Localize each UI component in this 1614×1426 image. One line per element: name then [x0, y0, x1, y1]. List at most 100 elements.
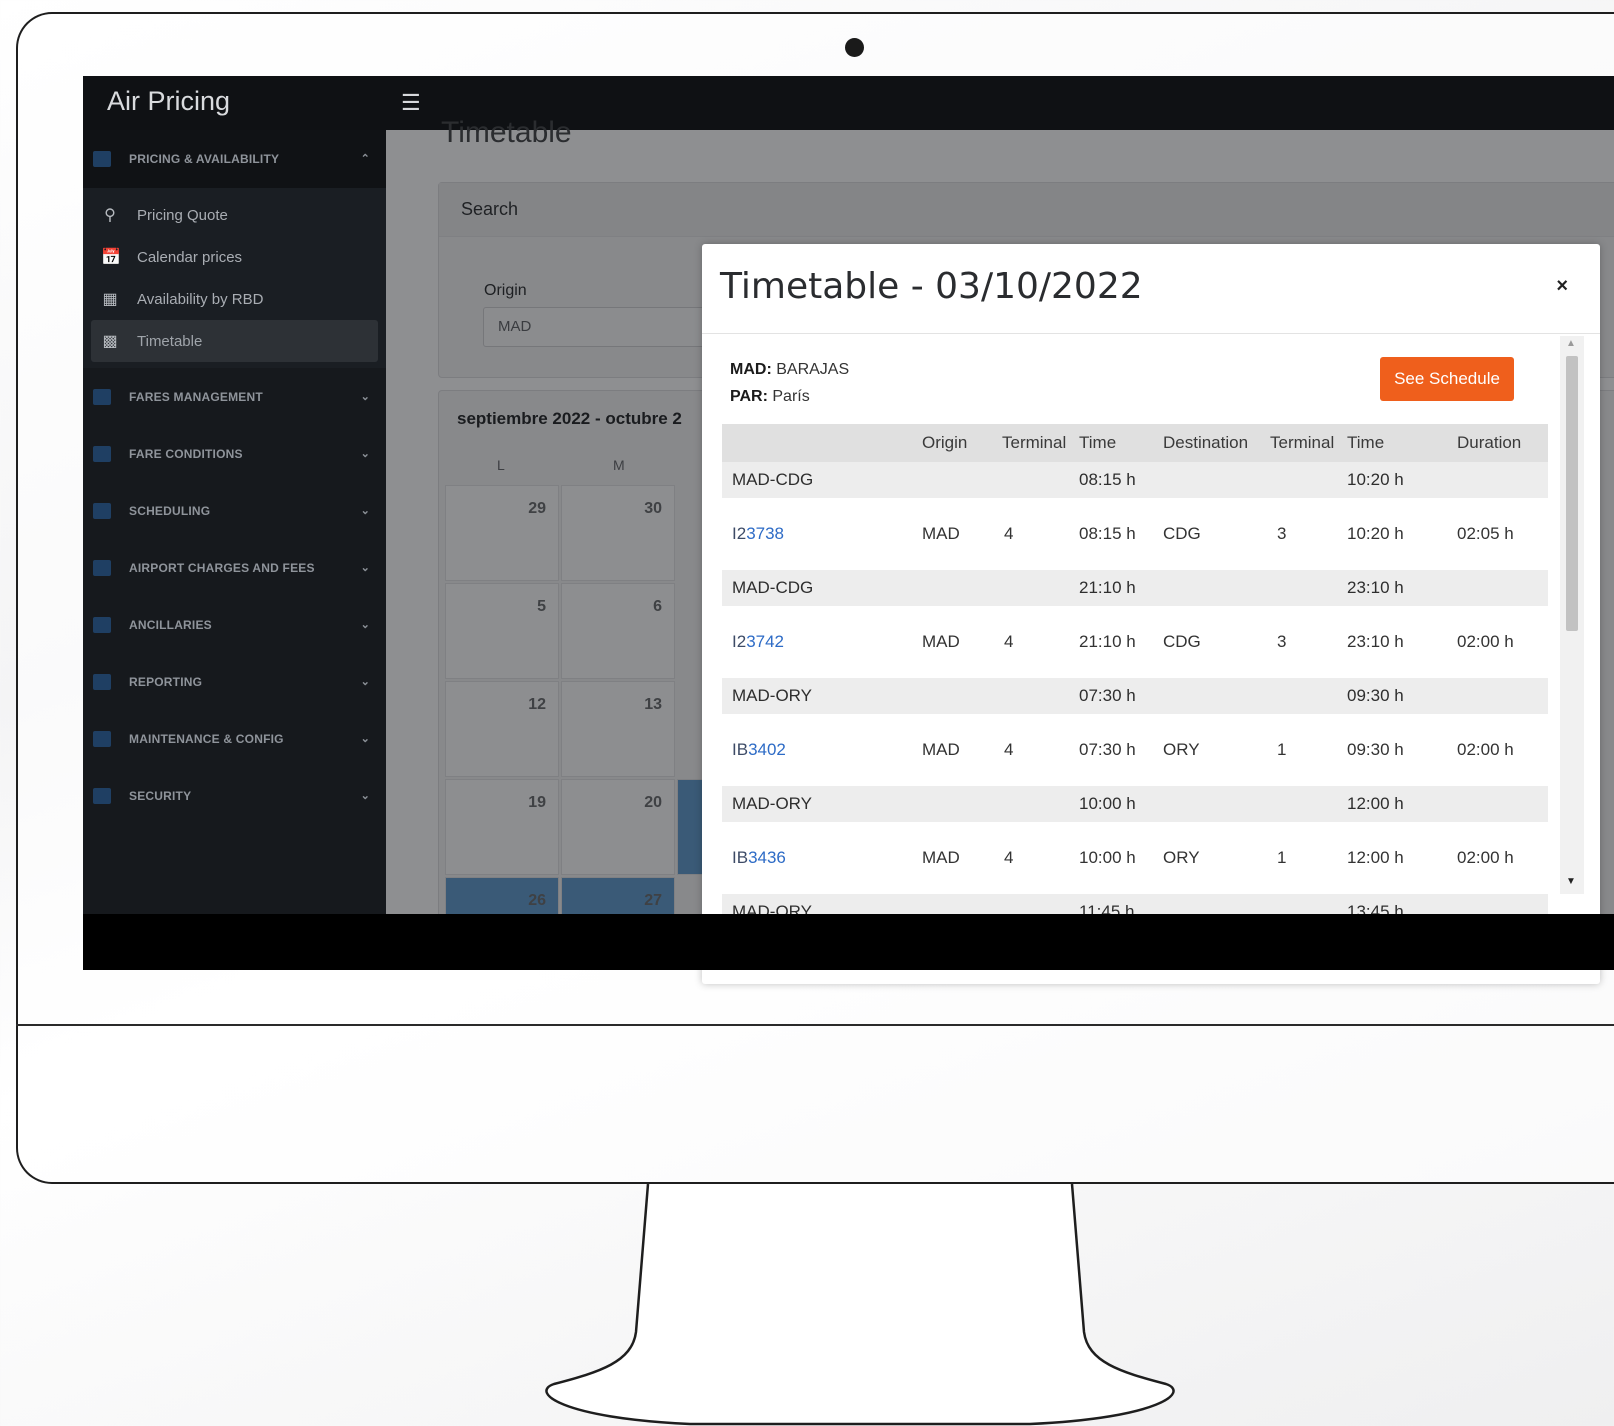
column-header: Time	[1347, 433, 1385, 452]
calendar-day[interactable]: 6	[561, 583, 675, 679]
destination-airport: PAR: París	[730, 388, 810, 405]
sidebar-section-label: SCHEDULING	[129, 503, 211, 518]
chevron-down-icon: ⌄	[360, 619, 370, 631]
chevron-up-icon: ⌃	[360, 153, 370, 165]
airport-info: MAD: BARAJAS PAR: París	[730, 356, 849, 410]
hamburger-icon[interactable]: ☰	[401, 90, 421, 116]
origin-input[interactable]: MAD	[483, 307, 713, 347]
sidebar-section-label: REPORTING	[129, 674, 203, 689]
lock-icon	[93, 787, 111, 804]
sidebar-section-security[interactable]: SECURITY ⌄	[83, 767, 386, 824]
route-group-row: MAD-ORY 10:00 h 12:00 h	[722, 786, 1548, 822]
sidebar-item-label: Pricing Quote	[137, 206, 228, 224]
route-group-row: MAD-CDG 08:15 h 10:20 h	[722, 462, 1548, 498]
schedule-icon	[93, 502, 111, 519]
search-card-header[interactable]: Search	[439, 183, 1614, 237]
column-header: Time	[1079, 433, 1117, 452]
column-header: Duration	[1457, 433, 1522, 452]
document-icon	[93, 559, 111, 576]
flight-link[interactable]: I23742	[732, 632, 784, 652]
calendar-day[interactable]: 19	[445, 779, 559, 875]
table-row: IB3402 MAD 4 07:30 h ORY 1 09:30 h 02:00…	[732, 740, 1514, 760]
sidebar-section-maintenance[interactable]: MAINTENANCE & CONFIG ⌄	[83, 710, 386, 767]
table-icon: ▩	[102, 333, 118, 350]
column-header: Terminal	[1270, 433, 1335, 452]
flight-link[interactable]: I23738	[732, 524, 784, 544]
sidebar-section-label: MAINTENANCE & CONFIG	[129, 731, 284, 746]
sidebar-section-airport-charges[interactable]: AIRPORT CHARGES AND FEES ⌄	[83, 539, 386, 596]
sidebar-item-calendar-prices[interactable]: 📅 Calendar prices	[91, 236, 378, 278]
search-icon: ⚲	[104, 207, 116, 224]
sidebar-section-fare-conditions[interactable]: FARE CONDITIONS ⌄	[83, 425, 386, 482]
origin-label: Origin	[484, 282, 527, 299]
sidebar-item-label: Calendar prices	[137, 248, 243, 266]
fares-icon	[93, 388, 111, 405]
sidebar-section-label: PRICING & AVAILABILITY	[129, 152, 280, 166]
calendar-title: septiembre 2022 - octubre 2	[457, 409, 682, 428]
chevron-down-icon: ⌄	[360, 391, 370, 403]
calendar-day[interactable]: 12	[445, 681, 559, 777]
sidebar-section-label: FARES MANAGEMENT	[129, 389, 263, 404]
see-schedule-button[interactable]: See Schedule	[1380, 357, 1514, 401]
sidebar-section-label: SECURITY	[129, 788, 192, 803]
pricing-icon	[93, 151, 111, 167]
screen-bezel-bottom	[83, 914, 1614, 970]
modal-scrollbar[interactable]: ▲ ▼	[1560, 336, 1584, 894]
modal-title: Timetable - 03/10/2022	[720, 266, 1143, 307]
sidebar-section-fares-management[interactable]: FARES MANAGEMENT ⌄	[83, 368, 386, 425]
table-row: I23742 MAD 4 21:10 h CDG 3 23:10 h 02:00…	[732, 632, 1514, 652]
sidebar-section-label: ANCILLARIES	[129, 617, 212, 632]
sidebar-item-label: Timetable	[137, 332, 203, 350]
webcam	[845, 38, 864, 57]
weekday-label: M	[613, 457, 625, 473]
timetable-modal: Timetable - 03/10/2022 × MAD: BARAJAS PA…	[702, 244, 1600, 984]
table-header: Origin Terminal Time Destination Termina…	[722, 424, 1548, 462]
conditions-icon	[93, 445, 111, 462]
route-group-row: MAD-CDG 21:10 h 23:10 h	[722, 570, 1548, 606]
column-header: Destination	[1163, 433, 1249, 452]
chevron-down-icon: ⌄	[360, 790, 370, 802]
sidebar-section-scheduling[interactable]: SCHEDULING ⌄	[83, 482, 386, 539]
chevron-down-icon: ⌄	[360, 733, 370, 745]
sidebar-item-timetable[interactable]: ▩ Timetable	[91, 320, 378, 362]
table-row: I23738 MAD 4 08:15 h CDG 3 10:20 h 02:05…	[732, 524, 1514, 544]
sidebar-section-reporting[interactable]: REPORTING ⌄	[83, 653, 386, 710]
origin-airport: MAD: BARAJAS	[730, 361, 850, 378]
sidebar-item-pricing-quote[interactable]: ⚲ Pricing Quote	[91, 194, 378, 236]
calendar-day[interactable]: 20	[561, 779, 675, 875]
scroll-down-icon[interactable]: ▼	[1566, 876, 1576, 887]
top-navbar: Air Pricing ☰	[83, 76, 1614, 130]
sidebar-section-label: FARE CONDITIONS	[129, 446, 243, 461]
sidebar-item-label: Availability by RBD	[137, 290, 264, 308]
calendar-day[interactable]: 13	[561, 681, 675, 777]
table-row: IB3436 MAD 4 10:00 h ORY 1 12:00 h 02:00…	[732, 848, 1514, 868]
weekday-label: L	[497, 457, 505, 473]
grid-icon: ▦	[102, 291, 118, 308]
chevron-down-icon: ⌄	[360, 505, 370, 517]
calendar-icon: 📅	[101, 249, 121, 266]
calendar-day[interactable]: 29	[445, 485, 559, 581]
sidebar-section-pricing[interactable]: PRICING & AVAILABILITY ⌃	[83, 130, 386, 188]
modal-header: Timetable - 03/10/2022 ×	[702, 244, 1600, 334]
config-icon	[93, 730, 111, 747]
app-brand[interactable]: Air Pricing	[107, 86, 230, 117]
page-title: Timetable	[441, 116, 572, 149]
sidebar-section-ancillaries[interactable]: ANCILLARIES ⌄	[83, 596, 386, 653]
calendar-day[interactable]: 5	[445, 583, 559, 679]
scroll-thumb[interactable]	[1566, 356, 1578, 631]
chevron-down-icon: ⌄	[360, 448, 370, 460]
flight-link[interactable]: IB3402	[732, 740, 786, 760]
chevron-down-icon: ⌄	[360, 676, 370, 688]
monitor-stand	[545, 1183, 1175, 1426]
ancillaries-icon	[93, 616, 111, 633]
sidebar-section-label: AIRPORT CHARGES AND FEES	[129, 560, 315, 575]
timetable-table: Origin Terminal Time Destination Termina…	[722, 424, 1548, 984]
sidebar-item-availability[interactable]: ▦ Availability by RBD	[91, 278, 378, 320]
column-header: Terminal	[1002, 433, 1067, 452]
calendar-day[interactable]: 30	[561, 485, 675, 581]
scroll-up-icon[interactable]: ▲	[1566, 338, 1576, 349]
close-icon[interactable]: ×	[1556, 275, 1568, 298]
chart-icon	[93, 673, 111, 690]
chevron-down-icon: ⌄	[360, 562, 370, 574]
flight-link[interactable]: IB3436	[732, 848, 786, 868]
